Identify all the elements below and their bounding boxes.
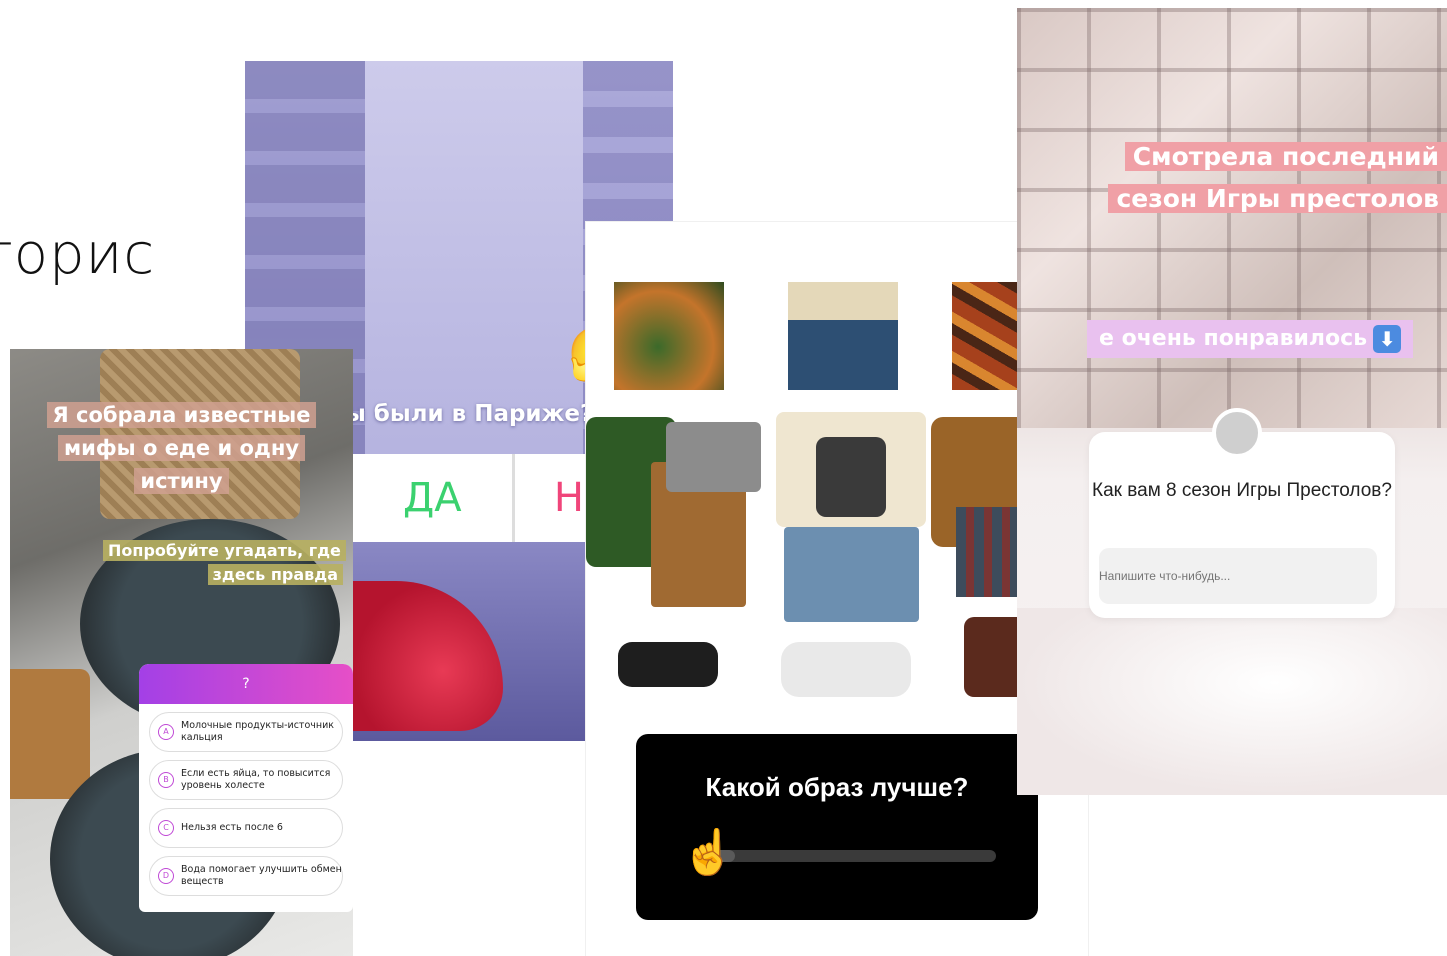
painting-jungle-image bbox=[614, 282, 724, 390]
blanket-background bbox=[1017, 608, 1447, 795]
option-text: Нельзя есть после 6 bbox=[181, 822, 283, 833]
white-sneakers-image bbox=[781, 642, 911, 697]
pointing-finger-icon[interactable]: ☝️ bbox=[681, 826, 736, 878]
gray-tshirt-image bbox=[666, 422, 761, 492]
down-arrow-icon: ⬇ bbox=[1373, 325, 1402, 353]
quiz-sticker: ? A Молочные продукты-источник кальция B… bbox=[139, 664, 353, 912]
quiz-option-c[interactable]: C Нельзя есть после 6 bbox=[149, 808, 343, 848]
tray-image bbox=[10, 669, 90, 799]
option-letter: D bbox=[158, 868, 174, 884]
option-letter: C bbox=[158, 820, 174, 836]
slider-question: Какой образ лучше? bbox=[705, 772, 969, 802]
denim-shorts-image bbox=[784, 527, 919, 622]
option-letter: B bbox=[158, 772, 174, 788]
story-card-question: Смотрела последний сезон Игры престолов … bbox=[1017, 8, 1447, 795]
answer-input[interactable] bbox=[1099, 548, 1377, 604]
option-letter: A bbox=[158, 724, 174, 740]
black-shoes-image bbox=[618, 642, 718, 687]
poll-option-yes[interactable]: ДА bbox=[353, 454, 512, 542]
quiz-option-b[interactable]: B Если есть яйца, то повысится уровень х… bbox=[149, 760, 343, 800]
story-subcaption: е очень понравилось ⬇ bbox=[1087, 320, 1414, 358]
story-caption: Смотрела последний сезон Игры престолов bbox=[1108, 136, 1447, 220]
quiz-option-a[interactable]: A Молочные продукты-источник кальция bbox=[149, 712, 343, 752]
question-sticker: Как вам 8 сезон Игры Престолов? bbox=[1089, 432, 1395, 618]
option-text: Вода помогает улучшить обмен веществ bbox=[181, 864, 342, 887]
question-text: Как вам 8 сезон Игры Престолов? bbox=[1092, 480, 1392, 501]
quiz-title: ? bbox=[139, 664, 353, 704]
emoji-slider-sticker: Какой образ лучше? ☝️ bbox=[636, 734, 1038, 920]
story-card-food-quiz: Я собрала известные мифы о еде и одну ис… bbox=[10, 349, 353, 956]
story-hint: Попробуйте угадать, где здесь правда bbox=[103, 539, 346, 587]
page-heading: торис bbox=[0, 222, 156, 287]
option-text: Молочные продукты-источник кальция bbox=[181, 720, 335, 743]
option-text: Если есть яйца, то повысится уровень хол… bbox=[181, 768, 331, 791]
story-card-outfit-slider: Какой образ лучше? ☝️ bbox=[586, 222, 1088, 956]
painting-wave-image bbox=[788, 282, 898, 390]
quiz-option-d[interactable]: D Вода помогает улучшить обмен веществ bbox=[149, 856, 343, 896]
avatar bbox=[1212, 408, 1262, 458]
story-caption: Я собрала известные мифы о еде и одну ис… bbox=[10, 399, 353, 498]
tshirt-print-image bbox=[816, 437, 886, 517]
slider-track[interactable] bbox=[706, 850, 996, 862]
